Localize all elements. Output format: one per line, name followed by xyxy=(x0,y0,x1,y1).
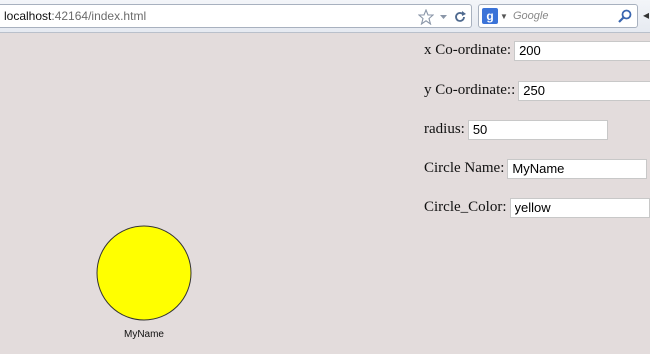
x-coordinate-input[interactable] xyxy=(514,40,650,61)
google-g-icon: g xyxy=(482,8,498,24)
circle-name-caption: MyName xyxy=(123,329,164,340)
browser-toolbar: localhost:42164/index.html g ▼ Google ◂ xyxy=(0,0,650,33)
y-coordinate-row: y Co-ordinate:: xyxy=(424,80,650,101)
dropdown-arrow-icon[interactable] xyxy=(439,9,448,25)
reload-icon[interactable] xyxy=(453,9,467,25)
url-path: :42164/index.html xyxy=(51,9,147,23)
radius-row: radius: xyxy=(424,119,608,140)
search-engine-selector[interactable]: g ▼ xyxy=(482,8,509,24)
circle-color-label: Circle_Color: xyxy=(424,199,507,215)
circle-color-row: Circle_Color: xyxy=(424,197,650,218)
search-placeholder[interactable]: Google xyxy=(513,10,548,22)
drawn-circle xyxy=(96,225,192,321)
bookmark-star-icon[interactable] xyxy=(418,9,434,25)
magnifier-search-icon[interactable] xyxy=(617,8,633,29)
circle-name-row: Circle Name: xyxy=(424,158,648,179)
search-bar[interactable]: g ▼ Google xyxy=(478,4,638,28)
x-coordinate-label: x Co-ordinate: xyxy=(424,42,512,58)
address-bar[interactable]: localhost:42164/index.html xyxy=(0,4,472,28)
y-coordinate-label: y Co-ordinate:: xyxy=(424,82,516,98)
y-coordinate-input[interactable] xyxy=(518,80,650,101)
chevron-down-icon: ▼ xyxy=(500,11,508,21)
overflow-menu-icon[interactable]: ◂ xyxy=(643,8,649,22)
radius-input[interactable] xyxy=(467,119,608,140)
url-text[interactable]: localhost:42164/index.html xyxy=(4,9,146,23)
circle-name-label: Circle Name: xyxy=(424,160,505,176)
radius-label: radius: xyxy=(424,121,465,137)
drawing-canvas xyxy=(96,225,192,321)
circle-name-input[interactable] xyxy=(507,158,648,179)
url-host: localhost xyxy=(4,9,52,23)
circle-color-input[interactable] xyxy=(509,197,650,218)
x-coordinate-row: x Co-ordinate: xyxy=(424,40,650,61)
